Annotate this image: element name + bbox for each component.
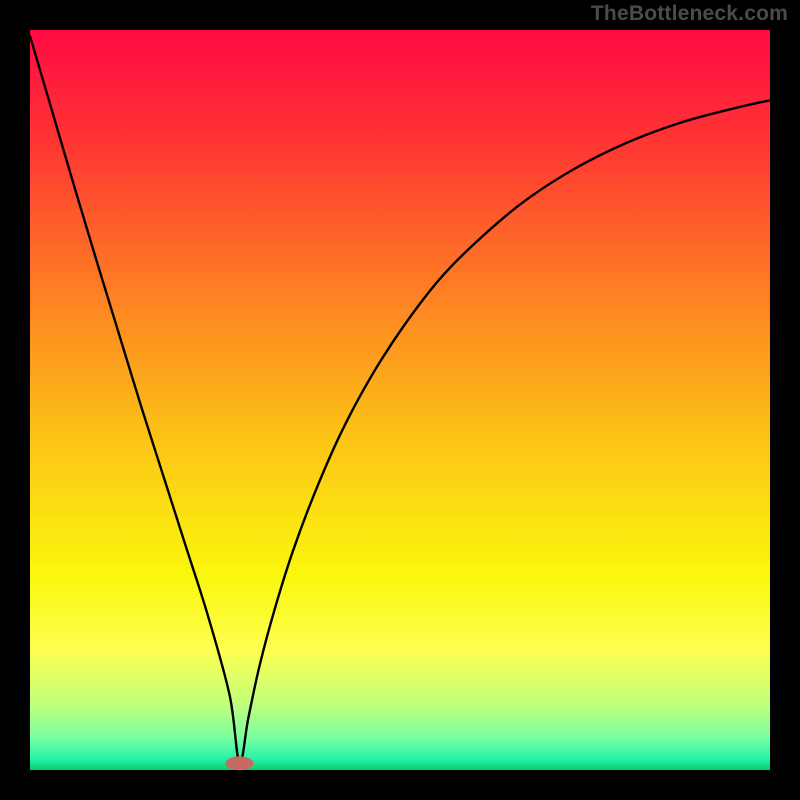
bottleneck-chart bbox=[0, 0, 800, 800]
chart-container: { "watermark": "TheBottleneck.com", "cha… bbox=[0, 0, 800, 800]
minimum-marker bbox=[225, 756, 253, 770]
plot-background bbox=[30, 30, 770, 770]
watermark-text: TheBottleneck.com bbox=[591, 2, 788, 26]
